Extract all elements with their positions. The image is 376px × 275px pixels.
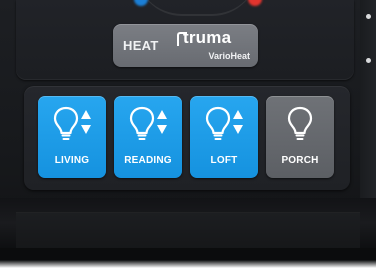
heat-label: HEAT [123, 38, 159, 53]
brand-name: truma [183, 28, 232, 47]
brand-subtitle: VarioHeat [208, 51, 250, 61]
lightbulb-icon [287, 106, 313, 140]
lower-panel-edge [16, 212, 360, 249]
light-button-living[interactable]: LIVING [38, 96, 106, 178]
lightbulb-icon [205, 106, 231, 140]
device-shadow [0, 248, 376, 268]
side-indicator-dot [366, 58, 371, 63]
light-button-reading[interactable]: READING [114, 96, 182, 178]
dimmer-arrows-icon [157, 110, 167, 134]
light-label: PORCH [281, 155, 319, 166]
warm-indicator-icon [248, 0, 262, 6]
dimmer-arrows-icon [81, 110, 91, 134]
light-button-porch[interactable]: PORCH [266, 96, 334, 178]
heat-button[interactable]: HEAT truma VarioHeat [113, 24, 258, 67]
cool-indicator-icon [134, 0, 148, 6]
light-button-loft[interactable]: LOFT [190, 96, 258, 178]
lightbulb-icon [53, 106, 79, 140]
light-label: LOFT [210, 155, 238, 166]
light-label: READING [124, 155, 172, 166]
side-indicator-dot [366, 14, 371, 19]
dimmer-arrows-icon [233, 110, 243, 134]
lightbulb-icon [129, 106, 155, 140]
control-panel-screen: HEAT truma VarioHeat LIVING READING LOFT… [0, 0, 376, 275]
light-label: LIVING [54, 155, 90, 166]
dial-arc [136, 0, 258, 16]
